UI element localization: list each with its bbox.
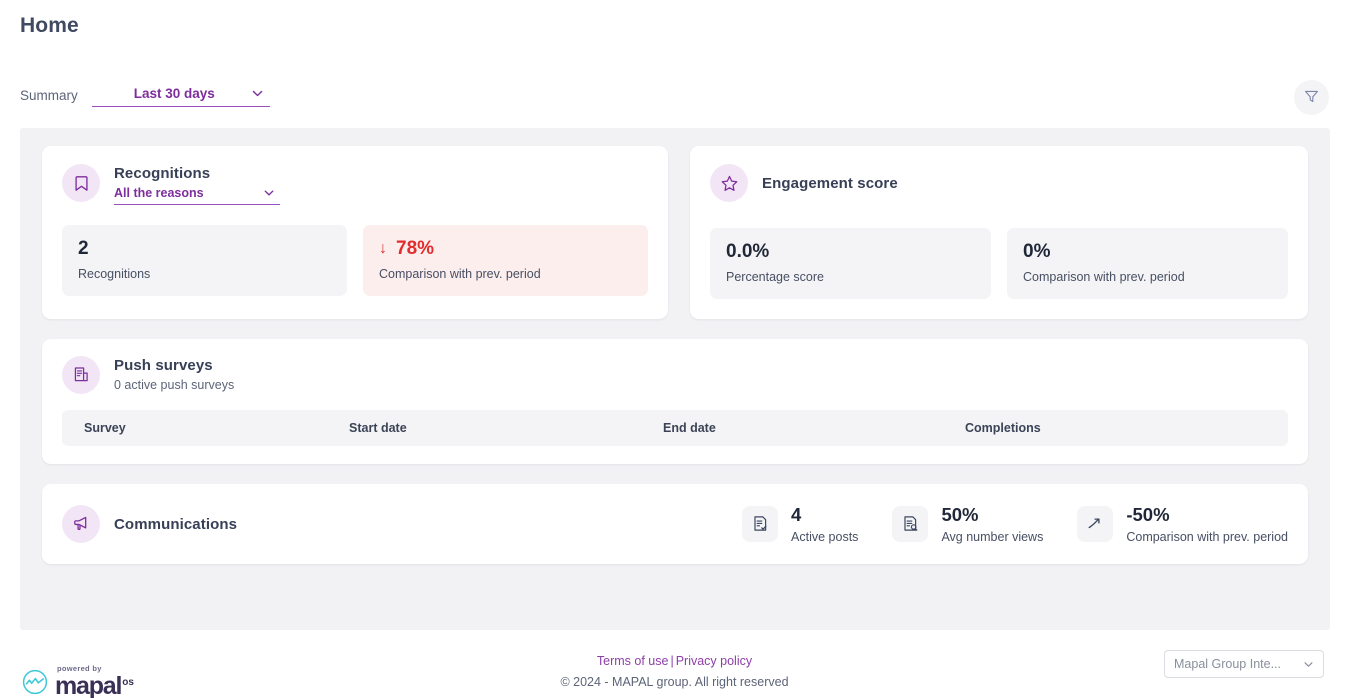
summary-filter-row: Summary Last 30 days [20, 84, 270, 107]
recognitions-title: Recognitions [114, 165, 211, 182]
copyright-text: © 2024 - MAPAL group. All right reserved [560, 675, 789, 689]
metric-tile: ↓ 78% Comparison with prev. period [363, 225, 648, 296]
metric-value: 0.0% [726, 241, 770, 262]
communications-card-header: Communications [62, 504, 238, 543]
push-surveys-subtitle: 0 active push surveys [114, 377, 235, 392]
column-header-survey: Survey [84, 420, 126, 435]
comm-metric-label: Active posts [791, 530, 859, 545]
footer-center: Terms of use | Privacy policy © 2024 - MAP… [0, 654, 1349, 689]
cards-row-top: Recognitions All the reasons 2 Recogniti… [42, 146, 1308, 319]
column-header-start-date: Start date [349, 420, 407, 435]
home-dashboard-page: Home Summary Last 30 days Recognitions A… [0, 0, 1349, 698]
metric-value-group: ↓ 78% [379, 238, 632, 260]
communications-metrics: 4 Active posts 50% Avg number views -50%… [742, 504, 1288, 544]
comm-metric-label: Comparison with prev. period [1126, 530, 1288, 545]
comm-metric-value: 50% [941, 503, 979, 525]
star-icon [710, 164, 748, 202]
metric-label: Comparison with prev. period [379, 266, 541, 281]
group-select-value: Mapal Group Inte... [1174, 657, 1282, 671]
comm-metric-value: -50% [1126, 503, 1170, 525]
push-surveys-card-header: Push surveys 0 active push surveys [62, 355, 1288, 394]
filter-button[interactable] [1294, 80, 1329, 115]
arrow-down-icon: ↓ [379, 239, 387, 257]
engagement-title: Engagement score [762, 175, 898, 192]
page-footer: powered by mapal os Terms of use | Privacy… [0, 640, 1349, 698]
recognitions-reason-select[interactable]: All the reasons [114, 185, 280, 205]
comm-metric-active-posts: 4 Active posts [742, 504, 858, 544]
comm-metric-comparison: -50% Comparison with prev. period [1077, 504, 1288, 544]
communications-title: Communications [114, 515, 238, 533]
recognitions-card-header: Recognitions All the reasons [62, 164, 648, 205]
engagement-score-card: Engagement score 0.0% Percentage score 0… [690, 146, 1308, 319]
group-select[interactable]: Mapal Group Inte... [1164, 650, 1324, 678]
metric-value: 78% [396, 238, 435, 259]
footer-links: Terms of use | Privacy policy [0, 654, 1349, 668]
recognitions-reason-value: All the reasons [114, 186, 204, 200]
push-surveys-card: Push surveys 0 active push surveys Surve… [42, 338, 1308, 464]
recognitions-metrics: 2 Recognitions ↓ 78% Comparison with pre… [62, 225, 648, 296]
period-select[interactable]: Last 30 days [91, 84, 270, 107]
push-surveys-table-header: Survey Start date End date Completions [62, 409, 1288, 446]
document-search-icon [892, 505, 929, 542]
metric-value: 2 [78, 238, 89, 259]
filter-funnel-icon [1303, 88, 1320, 108]
document-check-icon [742, 505, 779, 542]
trend-up-icon [1077, 505, 1114, 542]
document-survey-icon [62, 355, 100, 394]
comm-metric-value: 4 [791, 503, 802, 525]
page-title: Home [20, 14, 79, 37]
recognitions-card: Recognitions All the reasons 2 Recogniti… [42, 146, 668, 319]
metric-tile: 2 Recognitions [62, 225, 347, 296]
period-select-value: Last 30 days [133, 86, 215, 101]
engagement-metrics: 0.0% Percentage score 0% Comparison with… [710, 228, 1288, 299]
comm-metric-avg-views: 50% Avg number views [892, 504, 1043, 544]
metric-label: Comparison with prev. period [1023, 269, 1185, 284]
dashboard-content: Recognitions All the reasons 2 Recogniti… [20, 128, 1330, 630]
metric-value: 0% [1023, 241, 1051, 262]
communications-card: Communications 4 Active posts 50% Avg nu… [42, 483, 1308, 565]
push-surveys-title: Push surveys [114, 356, 213, 374]
megaphone-icon [62, 504, 100, 543]
comm-metric-label: Avg number views [941, 530, 1044, 545]
metric-label: Percentage score [726, 269, 824, 284]
bookmark-icon [62, 164, 100, 202]
engagement-card-header: Engagement score [710, 164, 1288, 202]
terms-of-use-link[interactable]: Terms of use [597, 654, 669, 668]
chevron-down-icon [263, 187, 276, 200]
metric-tile: 0.0% Percentage score [710, 228, 991, 299]
chevron-down-icon [251, 87, 264, 100]
metric-tile: 0% Comparison with prev. period [1007, 228, 1288, 299]
chevron-down-icon [1303, 659, 1314, 670]
column-header-completions: Completions [965, 420, 1041, 435]
column-header-end-date: End date [663, 420, 716, 435]
privacy-policy-link[interactable]: Privacy policy [676, 654, 752, 668]
metric-label: Recognitions [78, 266, 151, 281]
summary-label: Summary [20, 88, 78, 103]
footer-link-separator: | [670, 654, 674, 668]
